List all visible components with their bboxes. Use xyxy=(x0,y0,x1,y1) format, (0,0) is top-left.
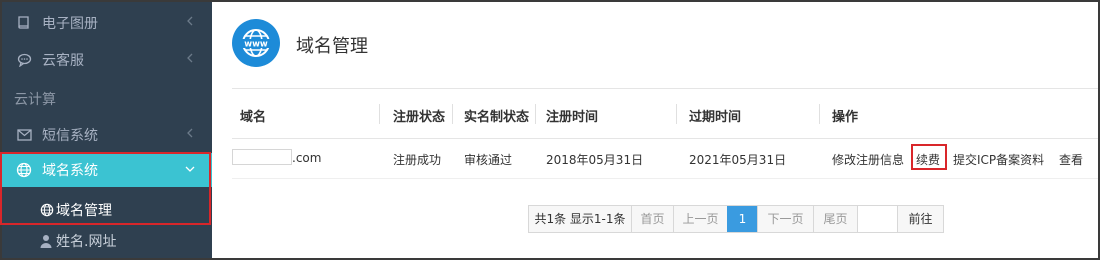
chevron-left-icon xyxy=(184,15,196,27)
sidebar-item-label: 云客服 xyxy=(42,52,84,69)
main-content: www 域名管理 域名 注册状态 实名制状态 注册时间 过期时间 操作 .com… xyxy=(212,2,1098,258)
cell-reg-time: 2018年05月31日 xyxy=(546,153,644,167)
cell-exp-time: 2021年05月31日 xyxy=(689,153,787,167)
col-header-actions: 操作 xyxy=(832,110,859,125)
col-header-reg-status: 注册状态 xyxy=(393,110,446,125)
col-separator xyxy=(676,104,677,124)
go-button[interactable]: 前往 xyxy=(897,206,943,232)
modify-registration-link[interactable]: 修改注册信息 xyxy=(832,151,904,168)
cell-reg-status: 注册成功 xyxy=(393,153,442,167)
chevron-left-icon xyxy=(184,52,196,64)
col-header-domain: 域名 xyxy=(240,110,267,125)
page-1-button[interactable]: 1 xyxy=(727,206,757,232)
last-page-button[interactable]: 尾页 xyxy=(813,206,857,232)
cell-realname-status: 审核通过 xyxy=(464,153,513,167)
col-header-exp-time: 过期时间 xyxy=(689,110,742,125)
pagination-summary: 共1条 显示1-1条 xyxy=(534,212,626,226)
www-globe-icon: www xyxy=(232,19,280,67)
user-icon xyxy=(40,234,54,248)
book-icon xyxy=(16,15,32,31)
prev-page-button[interactable]: 上一页 xyxy=(673,206,727,232)
www-icon-text: www xyxy=(244,40,268,50)
sidebar-item-ebook[interactable]: 电子图册 xyxy=(2,4,212,41)
divider xyxy=(232,138,1098,139)
sidebar-item-label: 短信系统 xyxy=(42,127,98,144)
submit-icp-link[interactable]: 提交ICP备案资料 xyxy=(953,151,1044,168)
sidebar-subitem-label: 姓名.网址 xyxy=(56,234,117,250)
next-page-button[interactable]: 下一页 xyxy=(757,206,813,232)
col-header-realname-status: 实名制状态 xyxy=(464,110,530,125)
col-separator xyxy=(535,104,536,124)
divider xyxy=(232,88,1098,89)
divider xyxy=(232,178,1098,179)
chat-icon xyxy=(16,52,32,68)
col-separator xyxy=(452,104,453,124)
pagination: 共1条 显示1-1条 首页 上一页 1 下一页 尾页 前往 xyxy=(528,205,944,233)
highlight-box-sidebar xyxy=(0,152,211,225)
cell-domain: .com xyxy=(292,151,322,165)
redacted-domain xyxy=(232,149,292,165)
highlight-box-renew xyxy=(911,144,947,170)
view-link[interactable]: 查看 xyxy=(1059,151,1083,168)
chevron-left-icon xyxy=(184,127,196,139)
first-page-button[interactable]: 首页 xyxy=(631,206,673,232)
page-number-input[interactable] xyxy=(857,206,897,232)
col-header-reg-time: 注册时间 xyxy=(546,110,599,125)
sidebar-subitem-name-url[interactable]: 姓名.网址 xyxy=(2,224,212,258)
sidebar-item-sms[interactable]: 短信系统 xyxy=(2,116,212,153)
sidebar-item-label: 电子图册 xyxy=(42,15,98,32)
col-separator xyxy=(379,104,380,124)
page-title: 域名管理 xyxy=(296,36,368,57)
col-separator xyxy=(819,104,820,124)
sidebar-section-label: 云计算 xyxy=(14,92,56,108)
sidebar-item-cloud-service[interactable]: 云客服 xyxy=(2,41,212,78)
mail-icon xyxy=(16,127,32,143)
